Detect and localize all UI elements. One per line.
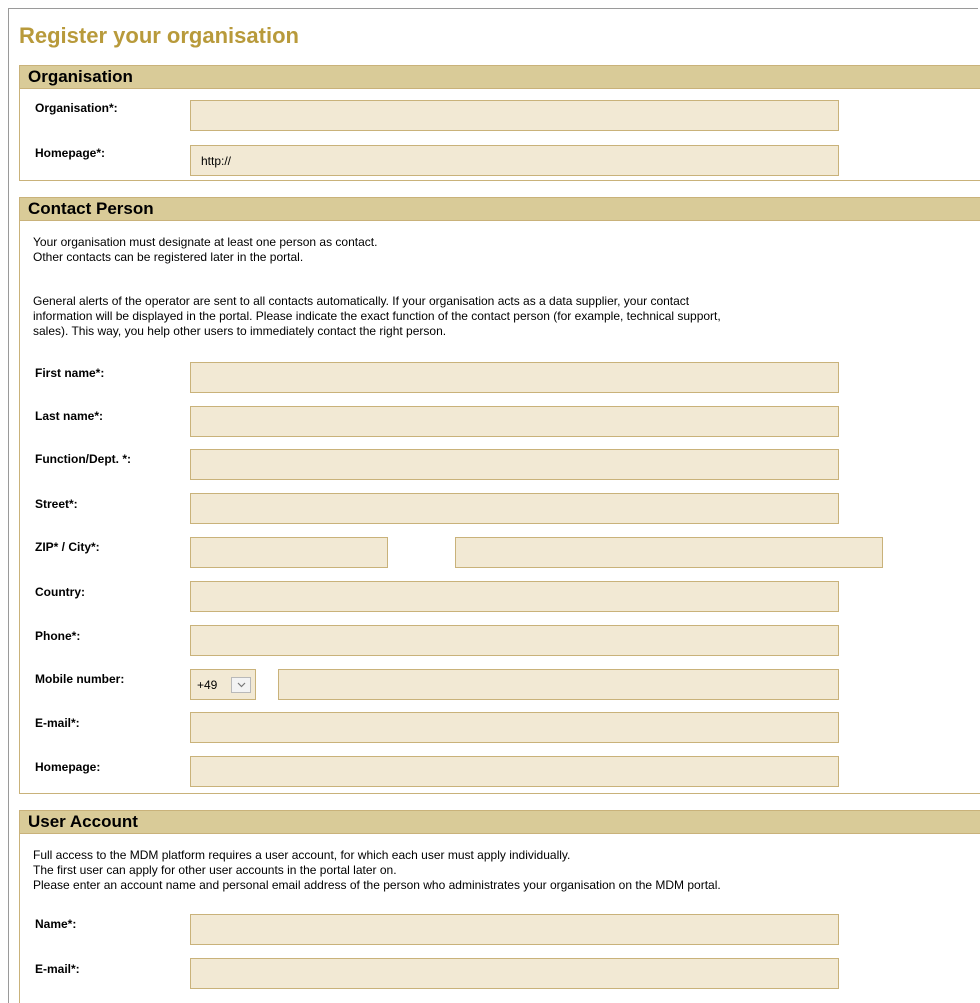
contact-homepage-input[interactable] (190, 756, 839, 787)
country-input[interactable] (190, 581, 839, 612)
homepage-input[interactable] (190, 145, 839, 176)
function-dept-label: Function/Dept. *: (35, 452, 131, 466)
email-input[interactable] (190, 712, 839, 743)
last-name-label: Last name*: (35, 409, 104, 423)
contact-info-line3: sales). This way, you help other users t… (33, 324, 447, 338)
email-label: E-mail*: (35, 716, 80, 730)
contact-person-section-title: Contact Person (20, 198, 980, 221)
contact-intro-line2: Other contacts can be registered later i… (33, 250, 304, 264)
homepage-label: Homepage*: (35, 146, 106, 160)
account-name-input[interactable] (190, 914, 839, 945)
user-account-line3: Please enter an account name and persona… (33, 878, 721, 892)
first-name-input[interactable] (190, 362, 839, 393)
phone-label: Phone*: (35, 629, 81, 643)
phone-input[interactable] (190, 625, 839, 656)
city-input[interactable] (455, 537, 883, 568)
country-label: Country: (35, 585, 85, 599)
user-account-section-title: User Account (20, 811, 980, 834)
account-name-label: Name*: (35, 917, 77, 931)
zip-city-label: ZIP* / City*: (35, 540, 100, 554)
street-input[interactable] (190, 493, 839, 524)
first-name-label: First name*: (35, 366, 105, 380)
user-account-line1: Full access to the MDM platform requires… (33, 848, 571, 862)
chevron-down-icon (237, 682, 246, 688)
account-email-input[interactable] (190, 958, 839, 989)
function-dept-input[interactable] (190, 449, 839, 480)
contact-intro-line1: Your organisation must designate at leas… (33, 235, 378, 249)
page-title: Register your organisation (19, 23, 299, 48)
contact-info-line1: General alerts of the operator are sent … (33, 294, 690, 308)
contact-homepage-label: Homepage: (35, 760, 101, 774)
contact-info-line2: information will be displayed in the por… (33, 309, 721, 323)
street-label: Street*: (35, 497, 78, 511)
last-name-input[interactable] (190, 406, 839, 437)
zip-input[interactable] (190, 537, 388, 568)
mobile-prefix-value: +49 (197, 678, 218, 692)
organisation-label: Organisation*: (35, 101, 118, 115)
organisation-section-title: Organisation (20, 66, 980, 89)
mobile-prefix-select[interactable]: +49 (190, 669, 256, 700)
account-email-label: E-mail*: (35, 962, 80, 976)
dropdown-arrow-button[interactable] (231, 677, 251, 693)
organisation-input[interactable] (190, 100, 839, 131)
mobile-number-input[interactable] (278, 669, 839, 700)
user-account-line2: The first user can apply for other user … (33, 863, 397, 877)
mobile-number-label: Mobile number: (35, 672, 125, 686)
